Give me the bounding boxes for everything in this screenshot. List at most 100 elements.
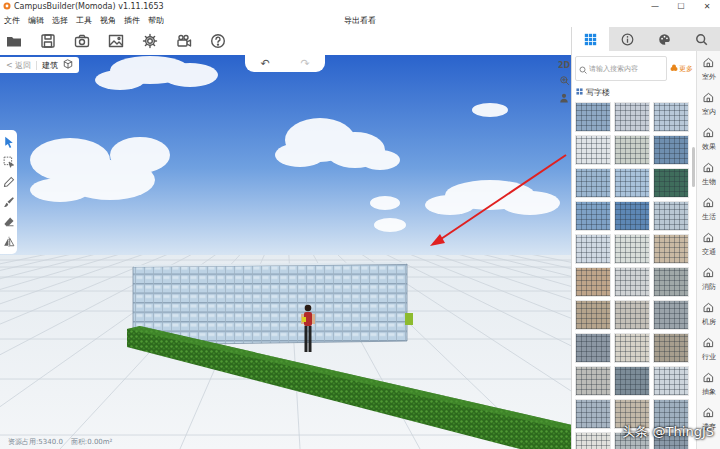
building-thumbnail[interactable] <box>614 201 650 231</box>
building-thumbnail[interactable] <box>653 102 689 132</box>
pointer-tool-icon[interactable] <box>3 136 15 148</box>
search-input[interactable] <box>589 65 663 73</box>
breadcrumb: < 返回建筑 <box>0 57 79 73</box>
building-thumbnail[interactable] <box>614 135 650 165</box>
building-thumbnail[interactable] <box>575 267 611 297</box>
grid-tab-icon[interactable] <box>572 27 609 51</box>
resource-usage: 资源占用:5340.0 <box>8 437 63 447</box>
building-thumbnail[interactable] <box>575 333 611 363</box>
video-camera-icon[interactable] <box>176 33 192 49</box>
menu-item[interactable]: 插件 <box>120 15 144 26</box>
category-item[interactable]: 生物 <box>702 162 716 187</box>
menu-item[interactable]: 帮助 <box>144 15 168 26</box>
category-item[interactable]: 生活 <box>702 197 716 222</box>
building-thumbnail[interactable] <box>575 102 611 132</box>
small-cube[interactable] <box>405 313 413 325</box>
app-logo-icon <box>3 2 11 12</box>
building-thumbnail[interactable] <box>614 366 650 396</box>
scene-view[interactable] <box>0 55 571 449</box>
building-thumbnail[interactable] <box>575 399 611 429</box>
maximize-button[interactable]: ☐ <box>668 2 694 11</box>
category-icon <box>703 92 714 105</box>
cube-icon[interactable] <box>63 59 73 71</box>
zoom-icon[interactable] <box>559 75 570 88</box>
category-item[interactable]: 抽象 <box>702 372 716 397</box>
building-thumbnail[interactable] <box>614 300 650 330</box>
category-item[interactable]: 机房 <box>702 302 716 327</box>
building-thumbnail[interactable] <box>575 366 611 396</box>
eraser-tool-icon[interactable] <box>3 216 15 228</box>
building-thumbnail[interactable] <box>614 168 650 198</box>
minimize-button[interactable]: — <box>642 2 668 11</box>
hedge[interactable] <box>127 326 571 449</box>
building-thumbnail[interactable] <box>575 234 611 264</box>
building-thumbnail[interactable] <box>653 333 689 363</box>
building-thumbnail[interactable] <box>653 168 689 198</box>
building-thumbnail[interactable] <box>614 267 650 297</box>
building-thumbnail[interactable] <box>653 234 689 264</box>
building-thumbnail[interactable] <box>653 201 689 231</box>
close-button[interactable]: ✕ <box>694 2 720 11</box>
office-building[interactable] <box>133 262 407 345</box>
search-tab-icon[interactable] <box>683 27 720 51</box>
building-thumbnail[interactable] <box>575 135 611 165</box>
watermark: 头条 @ThingJS <box>622 423 714 441</box>
building-thumbnail[interactable] <box>653 135 689 165</box>
category-header: 写字楼 <box>572 85 696 102</box>
menu-item[interactable]: 文件 <box>0 15 24 26</box>
window-title: CampusBuilder(Momoda) v1.11.1653 <box>14 2 164 11</box>
brush-tool-icon[interactable] <box>3 196 15 208</box>
toolbar <box>0 27 571 55</box>
category-icon <box>703 267 714 280</box>
more-button[interactable]: 更多 <box>670 64 693 74</box>
title-bar: CampusBuilder(Momoda) v1.11.1653 —☐✕ <box>0 0 720 13</box>
category-icon <box>703 302 714 315</box>
scene-viewport[interactable]: < 返回建筑 ↶ ↷ 2D 资源占用:5340.0面积:0.00m² <box>0 55 571 449</box>
building-thumbnail[interactable] <box>575 300 611 330</box>
menu-item[interactable]: 工具 <box>72 15 96 26</box>
menu-item[interactable]: 选择 <box>48 15 72 26</box>
person-figure[interactable] <box>301 305 315 352</box>
back-button[interactable]: < 返回 <box>6 60 31 71</box>
building-thumbnail[interactable] <box>653 267 689 297</box>
pencil-tool-icon[interactable] <box>3 176 15 188</box>
scrollbar[interactable] <box>692 147 695 187</box>
category-item[interactable]: 消防 <box>702 267 716 292</box>
menu-item[interactable]: 视角 <box>96 15 120 26</box>
status-bar: 资源占用:5340.0面积:0.00m² <box>8 437 112 447</box>
building-thumbnail[interactable] <box>614 234 650 264</box>
help-icon[interactable] <box>210 33 226 49</box>
undo-button[interactable]: ↶ <box>260 57 269 70</box>
resource-panel: 更多写字楼室外室内效果生物生活交通消防机房行业抽象遗弃 <box>571 27 720 449</box>
view-mode-button[interactable]: 2D <box>558 61 570 70</box>
mirror-tool-icon[interactable] <box>3 236 15 248</box>
menu-item[interactable]: 编辑 <box>24 15 48 26</box>
select-tool-icon[interactable] <box>3 156 15 168</box>
person-icon[interactable] <box>559 93 569 105</box>
building-thumbnail[interactable] <box>614 102 650 132</box>
camera-icon[interactable] <box>74 33 90 49</box>
building-thumbnail[interactable] <box>575 201 611 231</box>
magnifier-icon <box>579 59 587 78</box>
info-tab-icon[interactable] <box>609 27 646 51</box>
building-thumbnail[interactable] <box>614 333 650 363</box>
category-icon <box>703 127 714 140</box>
category-item[interactable]: 室内 <box>702 92 716 117</box>
settings-gear-icon[interactable] <box>142 33 158 49</box>
save-icon[interactable] <box>40 33 56 49</box>
category-item[interactable]: 效果 <box>702 127 716 152</box>
building-thumbnail[interactable] <box>575 168 611 198</box>
category-item[interactable]: 交通 <box>702 232 716 257</box>
palette-tab-icon[interactable] <box>646 27 683 51</box>
category-icon <box>703 197 714 210</box>
category-item[interactable]: 行业 <box>702 337 716 362</box>
panel-tabs <box>572 27 720 51</box>
building-thumbnail[interactable] <box>575 432 611 449</box>
category-item[interactable]: 室外 <box>702 57 716 82</box>
open-folder-icon[interactable] <box>6 33 22 49</box>
image-icon[interactable] <box>108 33 124 49</box>
menu-bar: 文件编辑选择工具视角插件帮助导出看看 <box>0 13 720 27</box>
building-thumbnail[interactable] <box>653 300 689 330</box>
building-thumbnail[interactable] <box>653 366 689 396</box>
redo-button[interactable]: ↷ <box>300 57 309 70</box>
